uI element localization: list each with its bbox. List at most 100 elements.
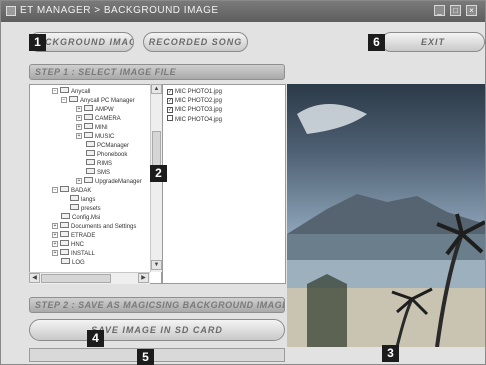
folder-icon — [61, 213, 70, 219]
expander-icon[interactable]: + — [76, 124, 82, 130]
close-button[interactable]: × — [466, 5, 477, 16]
expander-icon[interactable]: + — [76, 106, 82, 112]
tree-item[interactable]: + MINI — [76, 123, 108, 132]
folder-icon — [60, 186, 69, 192]
file-item[interactable]: ✓ MIC PHOTO3.jpg — [167, 106, 222, 115]
tree-item-label: AMPW — [95, 107, 114, 113]
scroll-thumb[interactable] — [41, 274, 111, 283]
maximize-button[interactable]: □ — [450, 5, 461, 16]
folder-icon — [70, 204, 79, 210]
folder-icon — [86, 141, 95, 147]
image-preview — [287, 84, 485, 347]
folder-icon — [70, 195, 79, 201]
tree-item[interactable]: + CAMERA — [76, 114, 121, 123]
tree-item-label: CAMERA — [95, 116, 121, 122]
expander-icon[interactable]: + — [52, 232, 58, 238]
tree-item-label: BADAK — [71, 188, 92, 194]
tree-item[interactable]: PCManager — [86, 141, 129, 150]
tree-item[interactable]: + AMPW — [76, 105, 114, 114]
save-to-sd-card-button[interactable]: SAVE IMAGE IN SD CARD — [29, 319, 285, 341]
tree-item[interactable]: − Anycall PC Manager — [61, 96, 135, 105]
checkbox-icon[interactable] — [167, 115, 173, 121]
expander-icon[interactable]: + — [52, 223, 58, 229]
file-item[interactable]: MIC PHOTO4.jpg — [167, 115, 222, 124]
callout-3: 3 — [382, 345, 399, 362]
scroll-up-icon[interactable]: ▲ — [151, 84, 162, 94]
file-item[interactable]: ✓ MIC PHOTO2.jpg — [167, 97, 222, 106]
file-name: MIC PHOTO2.jpg — [175, 98, 222, 104]
callout-2: 2 — [150, 165, 167, 182]
expander-icon[interactable]: + — [76, 133, 82, 139]
tree-item-label: LOG — [72, 260, 85, 266]
callout-5: 5 — [137, 349, 154, 365]
tree-item[interactable]: RIMS — [86, 159, 112, 168]
tree-item[interactable]: + HNC — [52, 240, 84, 249]
title-bar: ET MANAGER > BACKGROUND IMAGE _ □ × — [1, 1, 485, 22]
tree-item-label: MUSIC — [95, 134, 115, 140]
exit-button[interactable]: EXIT — [381, 32, 485, 52]
tree-item[interactable]: − BADAK — [52, 186, 91, 195]
folder-icon — [84, 177, 93, 183]
tree-item[interactable]: + ETRADE — [52, 231, 95, 240]
app-icon — [6, 6, 16, 16]
scroll-left-icon[interactable]: ◀ — [29, 273, 40, 283]
beach-photo — [287, 104, 485, 347]
tree-item[interactable]: + MUSIC — [76, 132, 114, 141]
tree-item-label: MINI — [95, 125, 108, 131]
tree-item[interactable]: + INSTALL — [52, 249, 95, 258]
tree-horizontal-scrollbar[interactable]: ◀ ▶ — [29, 272, 150, 284]
tree-item-label: Documents and Settings — [71, 224, 137, 230]
tree-item[interactable]: + UpgradeManager — [76, 177, 142, 186]
tree-item-label: Anycall — [71, 89, 91, 95]
callout-1: 1 — [29, 34, 46, 51]
folder-tree[interactable]: − Anycall − Anycall PC Manager + AMPW + CAME… — [29, 84, 162, 284]
checkbox-checked-icon[interactable]: ✓ — [167, 98, 173, 104]
expander-icon[interactable]: + — [52, 241, 58, 247]
expander-icon[interactable]: − — [52, 187, 58, 193]
folder-icon — [60, 240, 69, 246]
window-title: ET MANAGER > BACKGROUND IMAGE — [20, 5, 219, 16]
folder-icon — [60, 87, 69, 93]
folder-icon — [86, 150, 95, 156]
expander-icon[interactable]: − — [52, 88, 58, 94]
tree-item-label: langs — [81, 197, 96, 203]
scroll-down-icon[interactable]: ▼ — [151, 260, 162, 270]
file-name: MIC PHOTO1.jpg — [175, 89, 222, 95]
folder-icon — [61, 258, 70, 264]
expander-icon[interactable]: + — [76, 178, 82, 184]
minimize-button[interactable]: _ — [434, 5, 445, 16]
tree-item[interactable]: SMS — [86, 168, 110, 177]
tree-item-label: Phonebook — [97, 152, 128, 158]
checkbox-checked-icon[interactable]: ✓ — [167, 107, 173, 113]
expander-icon[interactable]: + — [52, 250, 58, 256]
folder-icon — [60, 231, 69, 237]
tree-item[interactable]: Phonebook — [86, 150, 127, 159]
tree-item-label: UpgradeManager — [95, 179, 142, 185]
folder-icon — [84, 114, 93, 120]
file-name: MIC PHOTO4.jpg — [175, 117, 222, 123]
tree-item[interactable]: − Anycall — [52, 87, 90, 96]
tree-item[interactable]: Config.Msi — [61, 213, 100, 222]
file-name: MIC PHOTO3.jpg — [175, 107, 222, 113]
tree-item-label: Config.Msi — [72, 215, 101, 221]
tree-item[interactable]: + Documents and Settings — [52, 222, 136, 231]
folder-icon — [60, 249, 69, 255]
tree-item[interactable]: LOG — [61, 258, 85, 267]
recorded-song-button[interactable]: RECORDED SONG — [143, 32, 248, 52]
folder-icon — [60, 222, 69, 228]
expander-icon[interactable]: − — [61, 97, 67, 103]
checkbox-checked-icon[interactable]: ✓ — [167, 89, 173, 95]
expander-icon[interactable]: + — [76, 115, 82, 121]
scroll-right-icon[interactable]: ▶ — [138, 273, 149, 283]
folder-icon — [86, 159, 95, 165]
tree-item[interactable]: langs — [70, 195, 95, 204]
folder-icon — [86, 168, 95, 174]
tree-item[interactable]: presets — [70, 204, 101, 213]
tree-item-label: ETRADE — [71, 233, 96, 239]
folder-icon — [84, 123, 93, 129]
file-item[interactable]: ✓ MIC PHOTO1.jpg — [167, 88, 222, 97]
callout-6: 6 — [368, 34, 385, 51]
image-file-list[interactable]: ✓ MIC PHOTO1.jpg ✓ MIC PHOTO2.jpg ✓ MIC PHO… — [162, 84, 286, 284]
tree-item-label: INSTALL — [71, 251, 95, 257]
tree-item-label: HNC — [71, 242, 84, 248]
